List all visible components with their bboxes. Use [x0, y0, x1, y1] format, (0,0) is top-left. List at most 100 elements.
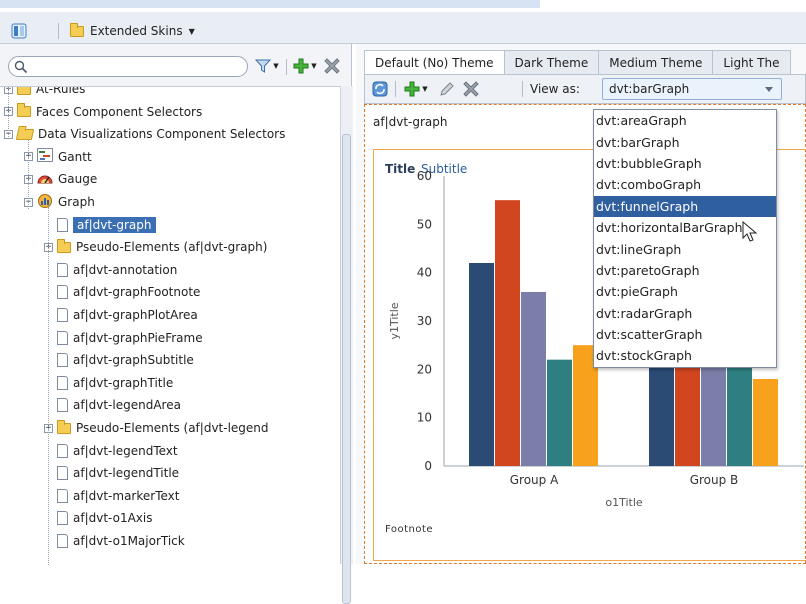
bar [753, 379, 778, 466]
view-as-select[interactable]: dvt:barGraph [602, 78, 782, 100]
panel-toggle-icon[interactable] [10, 22, 28, 40]
dropdown-option[interactable]: dvt:paretoGraph [594, 260, 776, 281]
file-icon [57, 488, 68, 503]
tree-guide-line [48, 207, 49, 565]
tree-item-group[interactable]: − Data Visualizations Component Selectors [4, 123, 285, 145]
dropdown-option[interactable]: dvt:stockGraph [594, 345, 776, 366]
file-icon [57, 466, 68, 481]
folder-icon [17, 103, 31, 118]
file-icon [57, 375, 68, 390]
dropdown-option[interactable]: dvt:scatterGraph [594, 324, 776, 345]
top-strip [0, 0, 806, 12]
tree-item-selector[interactable]: af|dvt-graphFootnote [44, 281, 200, 303]
tab-theme[interactable]: Default (No) Theme [364, 50, 505, 74]
tree-item-selector[interactable]: af|dvt-graphTitle [44, 372, 173, 394]
tree-item-group[interactable]: − Graph [24, 191, 95, 213]
tree-item-selector[interactable]: af|dvt-graph [44, 214, 156, 236]
add-icon [404, 81, 420, 97]
tree-item-label: af|dvt-graphSubtitle [73, 353, 194, 368]
tree-item-selector[interactable]: af|dvt-graphSubtitle [44, 349, 194, 371]
dropdown-option[interactable]: dvt:bubbleGraph [594, 153, 776, 174]
dropdown-option[interactable]: dvt:radarGraph [594, 303, 776, 324]
selector-tree: + At-Rules + Faces Component Selectors − Data… [0, 86, 340, 565]
tree-item-selector[interactable]: af|dvt-legendTitle [44, 462, 179, 484]
tree-item-group[interactable]: + Gauge [24, 168, 97, 190]
x-tick-label: Group A [510, 473, 559, 487]
tree-item-group[interactable]: + At-Rules [4, 86, 86, 100]
tree-item-label: af|dvt-o1Axis [73, 511, 153, 526]
tree-item-selector[interactable]: af|dvt-markerText [44, 485, 179, 507]
graph-icon [37, 193, 53, 211]
tree-item-group[interactable]: + Pseudo-Elements (af|dvt-graph) [44, 236, 267, 258]
tree-item-label: af|dvt-markerText [73, 488, 180, 503]
top-toolbar: Extended Skins ▼ [0, 0, 806, 44]
delete-icon [324, 58, 340, 74]
edit-icon [440, 82, 454, 96]
file-icon [57, 511, 68, 526]
chevron-down-icon: ▼ [422, 85, 428, 93]
add-selector-button[interactable]: ▼ [290, 57, 320, 75]
chart-footnote: Footnote [385, 524, 433, 535]
dropdown-option[interactable]: dvt:funnelGraph [594, 195, 776, 217]
y-tick-label: 40 [417, 266, 432, 280]
add-icon [293, 58, 309, 74]
tree-item-label: af|dvt-annotation [73, 262, 178, 277]
tree-item-label: af|dvt-legendText [73, 443, 178, 458]
filter-button[interactable]: ▼ [252, 57, 282, 75]
file-icon [57, 353, 68, 368]
delete-selector-button[interactable] [322, 57, 342, 75]
tree-item-group[interactable]: + Pseudo-Elements (af|dvt-legend [44, 417, 269, 439]
file-icon [57, 330, 68, 345]
mouse-cursor-icon [742, 221, 758, 242]
tree-item-label: Faces Component Selectors [36, 104, 203, 119]
edit-button[interactable] [437, 80, 457, 98]
folder-icon [70, 22, 84, 37]
dropdown-option[interactable]: dvt:barGraph [594, 131, 776, 152]
chevron-down-icon [765, 87, 773, 92]
bar [547, 359, 572, 466]
tree-item-group[interactable]: + Faces Component Selectors [4, 101, 202, 123]
tree-guide-line [28, 139, 29, 209]
y-tick-label: 10 [417, 411, 432, 425]
selector-panel: ▼ ▼ + At-Rules + Faces Component Selectors −… [0, 44, 353, 604]
refresh-icon [372, 81, 388, 97]
dropdown-option[interactable]: dvt:comboGraph [594, 174, 776, 195]
tab-theme[interactable]: Dark Theme [503, 50, 600, 74]
tree-item-selector[interactable]: af|dvt-annotation [44, 259, 177, 281]
theme-tabs: Default (No) Theme Dark Theme Medium Theme… [364, 50, 806, 74]
bar [495, 200, 520, 466]
delete-button[interactable] [461, 80, 481, 98]
tree-item-selector[interactable]: af|dvt-o1MajorTick [44, 530, 185, 552]
folder-open-icon [15, 128, 35, 140]
view-as-value: dvt:barGraph [609, 82, 690, 96]
file-icon [57, 308, 68, 322]
tree-item-label: Pseudo-Elements (af|dvt-legend [76, 421, 269, 435]
folder-icon [57, 238, 71, 253]
tree-item-label: At-Rules [36, 86, 86, 96]
tree-scrollbar-thumb[interactable] [342, 134, 351, 604]
tree-item-selector[interactable]: af|dvt-o1Axis [44, 507, 152, 529]
chevron-down-icon: ▼ [273, 62, 279, 70]
tree-item-label: af|dvt-legendArea [73, 398, 181, 413]
tree-item-label: Gauge [58, 172, 98, 187]
folder-icon [57, 419, 71, 434]
tree-item-label: af|dvt-graphPlotArea [73, 308, 198, 322]
add-button[interactable]: ▼ [401, 80, 431, 98]
tree-item-label: Gantt [58, 149, 92, 164]
search-icon [14, 60, 28, 74]
tab-theme[interactable]: Medium Theme [598, 50, 714, 74]
refresh-button[interactable] [371, 80, 389, 98]
extended-skins-button[interactable]: Extended Skins ▼ [66, 20, 216, 42]
preview-selector-title: af|dvt-graph [373, 115, 448, 129]
file-icon [57, 398, 68, 413]
dropdown-option[interactable]: dvt:pieGraph [594, 281, 776, 302]
tree-item-selector[interactable]: af|dvt-legendArea [44, 394, 181, 416]
tree-item-group[interactable]: + Gantt [24, 146, 92, 168]
tree-item-label: af|dvt-graphTitle [73, 375, 174, 390]
tree-item-selector[interactable]: af|dvt-graphPlotArea [44, 304, 198, 326]
tab-theme[interactable]: Light The [712, 50, 791, 74]
dropdown-option[interactable]: dvt:areaGraph [594, 110, 776, 131]
tree-item-selector[interactable]: af|dvt-graphPieFrame [44, 327, 203, 349]
search-input[interactable] [8, 56, 248, 77]
tree-item-selector[interactable]: af|dvt-legendText [44, 440, 178, 462]
